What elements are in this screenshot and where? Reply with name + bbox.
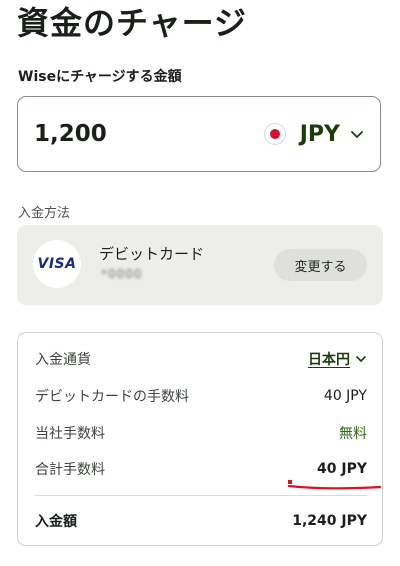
summary-row-our-fee: 当社手数料 無料 bbox=[35, 423, 367, 443]
summary-row-label: 入金通貨 bbox=[35, 352, 91, 368]
charge-funds-screen: 資金のチャージ Wiseにチャージする金額 JPY 入金方法 VISA デビット… bbox=[0, 0, 400, 566]
amount-input[interactable] bbox=[34, 121, 214, 147]
currency-code: JPY bbox=[299, 121, 340, 147]
free-label: 無料 bbox=[339, 426, 367, 442]
chevron-down-icon bbox=[350, 127, 364, 141]
summary-row-label: 合計手数料 bbox=[35, 462, 105, 478]
divider bbox=[35, 495, 367, 496]
summary-row-label: 当社手数料 bbox=[35, 426, 105, 442]
japan-flag-icon bbox=[263, 123, 286, 145]
deposit-amount-value: 1,240 JPY bbox=[292, 513, 367, 529]
summary-row-deposit-amount: 入金額 1,240 JPY bbox=[35, 511, 367, 531]
card-name: デビットカード bbox=[99, 245, 205, 263]
fee-summary-card: 入金通貨 日本円 デビットカードの手数料 40 JPY 当社手数料 無料 合計手… bbox=[17, 332, 383, 546]
payment-method-card[interactable]: VISA デビットカード *0000 変更する bbox=[17, 225, 383, 305]
deposit-amount-label: 入金額 bbox=[35, 514, 77, 530]
amount-field[interactable]: JPY bbox=[17, 96, 381, 172]
summary-row-card-fee: デビットカードの手数料 40 JPY bbox=[35, 386, 367, 406]
change-payment-method-button[interactable]: 変更する bbox=[274, 249, 367, 281]
summary-row-total-fee: 合計手数料 40 JPY bbox=[35, 459, 367, 479]
summary-row-label: デビットカードの手数料 bbox=[35, 389, 189, 405]
visa-logo-icon: VISA bbox=[33, 240, 81, 288]
total-fee-value: 40 JPY bbox=[317, 461, 367, 477]
deposit-currency-select[interactable]: 日本円 bbox=[308, 349, 367, 369]
summary-row-value: 40 JPY bbox=[323, 388, 367, 404]
amount-label: Wiseにチャージする金額 bbox=[18, 69, 182, 85]
currency-select[interactable]: JPY bbox=[263, 121, 364, 147]
annotation-underline bbox=[287, 480, 382, 490]
payment-method-label: 入金方法 bbox=[18, 206, 71, 221]
chevron-down-icon bbox=[356, 356, 366, 362]
card-number-masked: *0000 bbox=[101, 267, 143, 281]
summary-row-currency: 入金通貨 日本円 bbox=[35, 349, 367, 369]
page-title: 資金のチャージ bbox=[17, 4, 248, 42]
